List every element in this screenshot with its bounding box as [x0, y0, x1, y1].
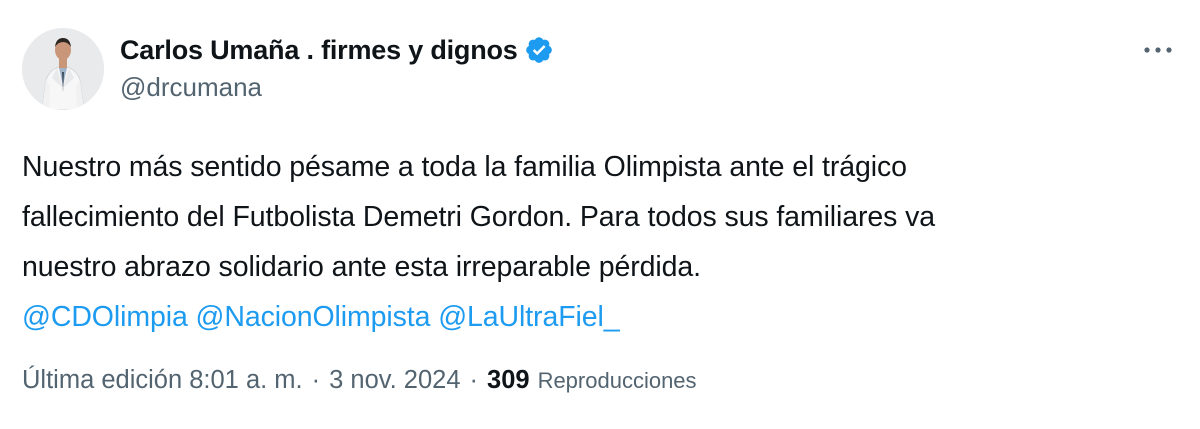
tweet-date[interactable]: 3 nov. 2024	[329, 366, 460, 395]
avatar[interactable]	[22, 28, 104, 110]
avatar-photo	[22, 28, 104, 110]
mentions-row: @CDOlimpia @NacionOlimpista @LaUltraFiel…	[22, 292, 1182, 342]
author-info: Carlos Umaña . firmes y dignos @drcumana	[120, 32, 554, 103]
mention-link-nacionolimpista[interactable]: @NacionOlimpista	[196, 301, 431, 333]
verified-badge-icon[interactable]	[524, 35, 554, 65]
author-handle[interactable]: @drcumana	[120, 72, 554, 103]
tweet-text-line: nuestro abrazo solidario ante esta irrep…	[22, 251, 701, 283]
tweet-text-line: Nuestro más sentido pésame a toda la fam…	[22, 151, 907, 183]
tweet-card: Carlos Umaña . firmes y dignos @drcumana…	[0, 0, 1200, 429]
author-display-name[interactable]: Carlos Umaña . firmes y dignos	[120, 35, 518, 66]
edited-time-link[interactable]: Última edición 8:01 a. m.	[22, 366, 303, 395]
name-row: Carlos Umaña . firmes y dignos	[120, 32, 554, 68]
more-options-icon[interactable]	[1138, 32, 1178, 68]
mention-link-laultrafiel[interactable]: @LaUltraFiel_	[438, 301, 619, 333]
views-count[interactable]: 309	[487, 366, 530, 395]
meta-separator: ·	[311, 366, 321, 394]
tweet-meta: Última edición 8:01 a. m. · 3 nov. 2024 …	[22, 366, 697, 395]
mention-link-cdolimpia[interactable]: @CDOlimpia	[22, 301, 188, 333]
views-label[interactable]: Reproducciones	[538, 368, 697, 394]
meta-separator: ·	[469, 366, 479, 394]
tweet-text: Nuestro más sentido pésame a toda la fam…	[22, 142, 1182, 342]
tweet-text-line: fallecimiento del Futbolista Demetri Gor…	[22, 201, 936, 233]
